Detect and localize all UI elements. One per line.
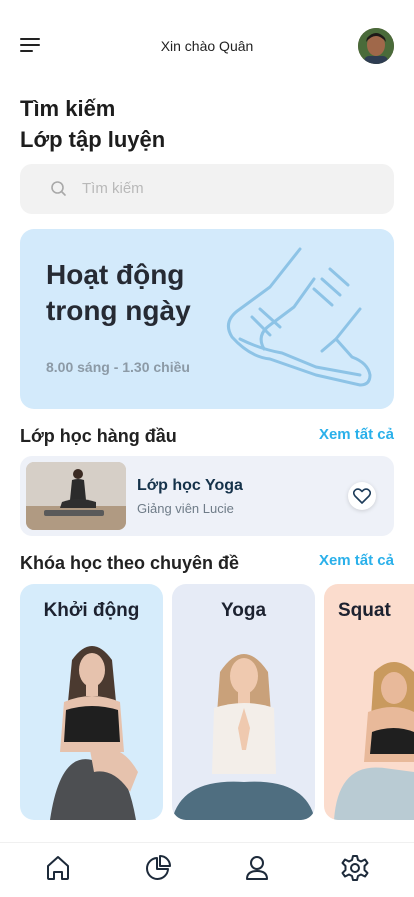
page-title-line1: Tìm kiếm	[20, 96, 116, 121]
search-icon	[51, 181, 66, 196]
search-placeholder: Tìm kiếm	[82, 180, 144, 197]
topics-title: Khóa học theo chuyên đề	[20, 553, 240, 573]
topic-card-squat[interactable]: Squat	[324, 584, 414, 820]
yoga-photo	[172, 654, 315, 820]
settings-icon[interactable]	[340, 853, 370, 883]
yoga-class-thumbnail	[26, 462, 126, 530]
favorite-button[interactable]	[348, 482, 376, 510]
search-input[interactable]: Tìm kiếm	[20, 164, 394, 214]
topic-label: Yoga	[220, 600, 267, 621]
topic-card-warmup[interactable]: Khởi động	[20, 584, 163, 820]
topic-label: Squat	[338, 600, 391, 621]
top-classes-title: Lớp học hàng đầu	[20, 426, 177, 446]
topic-card-yoga[interactable]: Yoga	[172, 584, 315, 820]
page-title-line2: Lớp tập luyện	[20, 127, 166, 152]
heart-icon	[353, 488, 371, 504]
bottom-navigation	[0, 842, 414, 897]
topic-label: Khởi động	[43, 600, 140, 621]
warmup-photo	[50, 646, 138, 820]
banner-title: Hoạt động trong ngày	[46, 259, 191, 326]
pie-chart-icon[interactable]	[143, 853, 173, 883]
class-card-yoga[interactable]: Lớp học Yoga Giảng viên Lucie	[20, 456, 394, 536]
profile-icon[interactable]	[242, 853, 272, 883]
avatar[interactable]	[358, 28, 394, 64]
greeting-text: Xin chào Quân	[160, 38, 254, 54]
class-teacher: Giảng viên Lucie	[137, 501, 234, 516]
daily-activity-banner[interactable]: Hoạt động trong ngày 8.00 sáng - 1.30 ch…	[20, 229, 394, 409]
topics-see-all-link[interactable]: Xem tất cả	[319, 552, 394, 569]
class-name: Lớp học Yoga	[137, 477, 243, 494]
squat-photo	[334, 662, 414, 820]
running-shoes-icon	[226, 247, 372, 387]
banner-time: 8.00 sáng - 1.30 chiều	[46, 359, 190, 375]
top-classes-see-all-link[interactable]: Xem tất cả	[319, 426, 394, 443]
home-icon[interactable]	[43, 853, 73, 883]
